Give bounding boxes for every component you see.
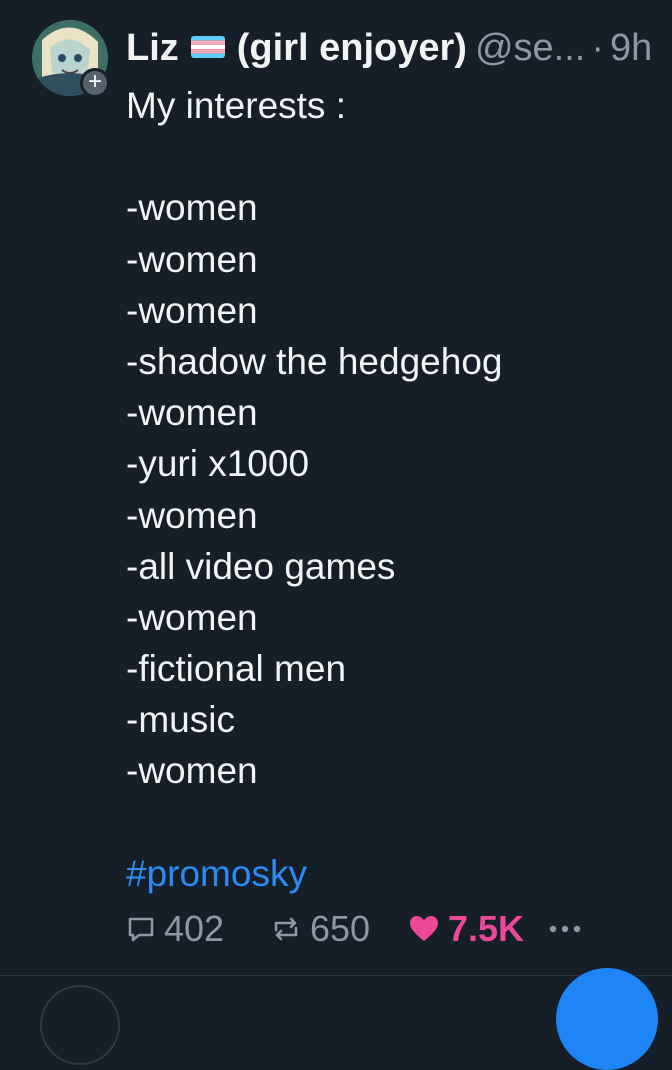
post-line: -women (126, 596, 258, 638)
dot-separator: · (591, 27, 604, 69)
compose-fab-button[interactable] (556, 968, 658, 1070)
post-line: -fictional men (126, 648, 347, 690)
post-header: Liz (girl enjoyer) @se... · 9h (126, 22, 672, 74)
reply-icon (128, 917, 154, 942)
post-text: My interests : -women -women -women -sha… (126, 80, 666, 899)
reply-count: 402 (164, 908, 225, 949)
post-line: -women (126, 238, 258, 280)
author-handle[interactable]: @se... (475, 27, 585, 69)
post-line (126, 131, 666, 182)
author-avatar[interactable]: + (32, 20, 110, 98)
next-post-avatar[interactable] (40, 985, 120, 1065)
post-line: -women (126, 750, 258, 792)
repost-icon (274, 917, 298, 941)
author-display-name[interactable]: Liz (126, 27, 179, 69)
post-line: -music (126, 699, 235, 741)
post-line (126, 797, 666, 848)
post-timestamp[interactable]: 9h (610, 27, 652, 69)
transgender-flag-icon (190, 35, 225, 58)
like-count: 7.5K (448, 908, 525, 949)
post-divider (0, 975, 672, 976)
post-line: My interests : (126, 85, 346, 126)
reply-button[interactable]: 402 (126, 904, 224, 954)
ellipsis-icon (549, 925, 581, 933)
repost-count: 650 (310, 908, 371, 949)
post-actions: 402 650 7.5K (126, 904, 666, 954)
post-line: -women (126, 187, 258, 229)
post-line: -women (126, 494, 258, 536)
post-card[interactable]: + Liz (girl enjoyer) @se... · 9h My interest… (0, 0, 672, 975)
author-name-suffix[interactable]: (girl enjoyer) (237, 27, 467, 69)
hashtag-link[interactable]: #promosky (126, 848, 666, 899)
heart-icon (410, 916, 438, 941)
follow-plus-button[interactable]: + (80, 68, 110, 98)
like-button[interactable]: 7.5K (408, 904, 524, 954)
more-options-button[interactable] (548, 904, 582, 954)
repost-button[interactable]: 650 (270, 904, 370, 954)
post-line: -yuri x1000 (126, 443, 310, 485)
post-line: -women (126, 392, 258, 434)
post-line: -shadow the hedgehog (126, 340, 503, 382)
post-line: -all video games (126, 545, 396, 587)
post-line: -women (126, 289, 258, 331)
